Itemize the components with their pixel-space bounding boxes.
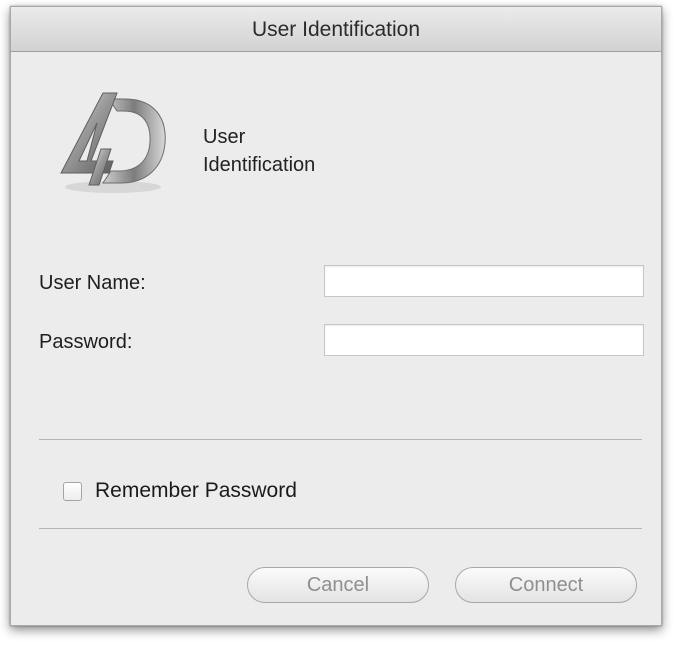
dialog-heading: User Identification — [203, 123, 403, 179]
cancel-button[interactable]: Cancel — [247, 567, 429, 603]
dialog-heading-line1: User — [203, 126, 246, 148]
username-input[interactable] — [324, 265, 644, 297]
user-identification-dialog: User Identification User Identification … — [10, 6, 662, 626]
separator-bottom — [39, 528, 642, 529]
password-input[interactable] — [324, 324, 644, 356]
remember-password-option[interactable]: Remember Password — [63, 479, 297, 503]
4d-logo-icon — [51, 87, 171, 197]
window-title: User Identification — [11, 7, 661, 52]
password-label: Password: — [39, 331, 133, 353]
remember-password-label: Remember Password — [95, 479, 297, 502]
dialog-heading-line2: Identification — [203, 154, 316, 176]
connect-button[interactable]: Connect — [455, 567, 637, 603]
remember-password-checkbox[interactable] — [63, 481, 82, 501]
username-label: User Name: — [39, 272, 146, 294]
separator-top — [39, 439, 642, 440]
